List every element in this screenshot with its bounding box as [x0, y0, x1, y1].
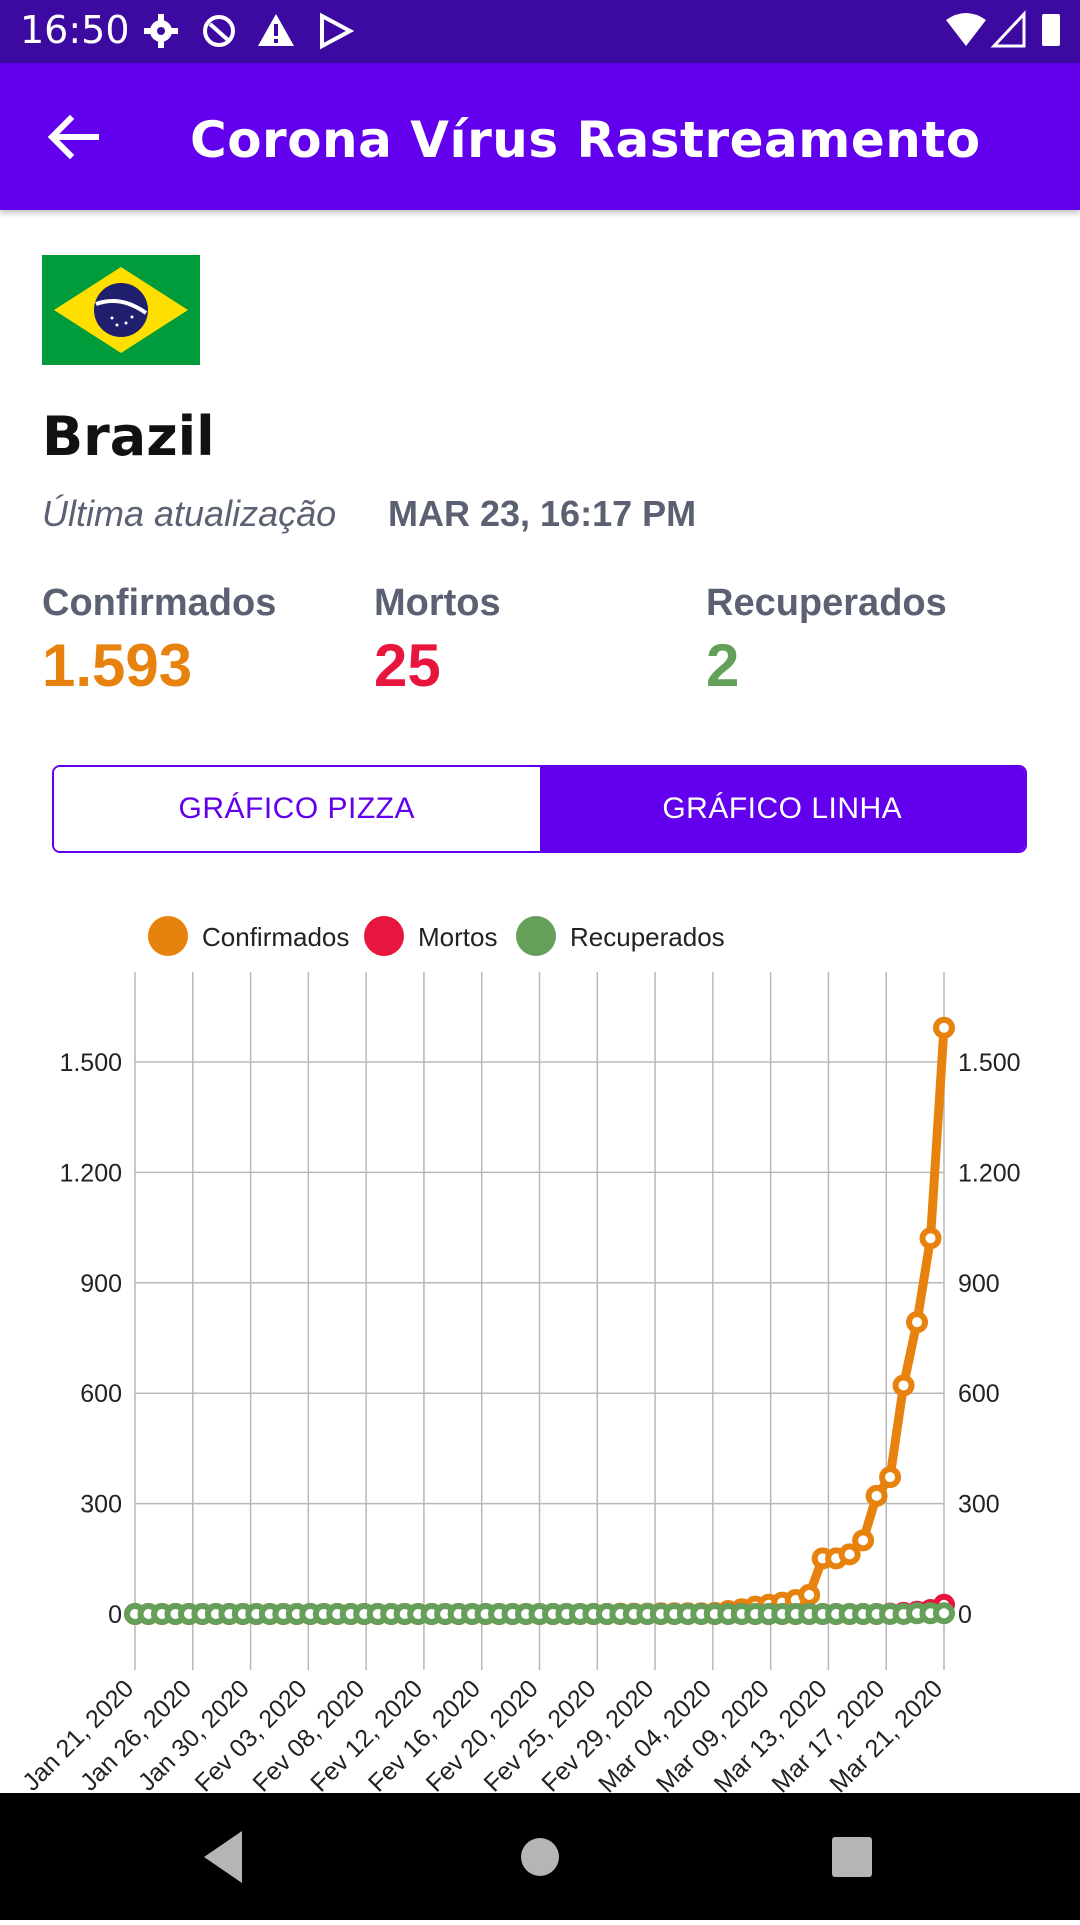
data-point [838, 1543, 861, 1566]
data-point [865, 1484, 888, 1507]
y-tick-label-left: 300 [80, 1491, 122, 1519]
legend-marker [364, 916, 404, 956]
tab-pie-chart[interactable]: GRÁFICO PIZZA [54, 767, 540, 851]
signal-icon [990, 10, 1026, 48]
country-name: Brazil [42, 405, 215, 468]
sync-icon [203, 15, 235, 47]
stat-value: 1.593 [42, 632, 193, 699]
stat-label: Mortos [374, 582, 501, 624]
legend-marker [148, 916, 188, 956]
nav-buttons [204, 1831, 872, 1883]
navigation-bar [0, 1793, 1080, 1920]
status-icons [144, 12, 355, 50]
status-right-icons [946, 10, 1060, 48]
stat-confirmed: Confirmados 1.593 [42, 582, 276, 700]
back-arrow-icon[interactable] [40, 105, 104, 169]
data-point [798, 1583, 821, 1606]
legend-label: Confirmados [202, 922, 349, 952]
stat-value: 25 [374, 632, 441, 699]
y-tick-label-left: 1.500 [59, 1049, 122, 1077]
data-point [933, 1016, 955, 1039]
y-tick-label-right: 1.200 [958, 1159, 1021, 1187]
status-bar: 16:50 [0, 0, 1080, 63]
page-title: Corona Vírus Rastreamento [190, 111, 981, 169]
data-point [892, 1374, 915, 1397]
y-tick-label-left: 900 [80, 1270, 122, 1298]
data-point [906, 1311, 929, 1334]
nav-recents-icon[interactable] [832, 1837, 872, 1877]
battery-icon [1042, 14, 1060, 46]
data-point [933, 1602, 955, 1625]
warning-icon [258, 14, 294, 46]
y-tick-label-left: 0 [108, 1601, 122, 1629]
last-update-value: MAR 23, 16:17 PM [388, 493, 697, 534]
stat-value: 2 [706, 632, 740, 699]
stat-recovered: Recuperados 2 [706, 582, 947, 700]
data-point [852, 1529, 875, 1552]
wifi-icon [946, 13, 986, 46]
data-point [879, 1466, 902, 1489]
line-chart: Confirmados Mortos Recuperados 0 0 300 300 600 6… [17, 916, 1021, 1793]
chart-type-toggle: GRÁFICO PIZZA GRÁFICO LINHA [52, 765, 1027, 853]
nav-home-icon[interactable] [521, 1838, 559, 1876]
data-point [919, 1227, 942, 1250]
y-tick-label-right: 300 [958, 1491, 1000, 1519]
nav-back-icon[interactable] [204, 1831, 242, 1883]
app-bar: Corona Vírus Rastreamento [0, 63, 1080, 210]
y-tick-label-right: 0 [958, 1601, 972, 1629]
y-tick-label-right: 900 [958, 1270, 1000, 1298]
brazil-flag-icon [42, 255, 200, 365]
play-store-icon [320, 12, 355, 50]
status-time: 16:50 [20, 8, 130, 52]
tab-line-chart[interactable]: GRÁFICO LINHA [539, 767, 1025, 851]
legend-marker [516, 916, 556, 956]
y-tick-label-left: 600 [80, 1380, 122, 1408]
settings-icon [144, 14, 178, 48]
last-update-label: Última atualização [42, 493, 337, 534]
stat-label: Recuperados [706, 582, 947, 624]
y-tick-label-right: 600 [958, 1380, 1000, 1408]
y-tick-label-left: 1.200 [59, 1159, 122, 1187]
y-tick-label-right: 1.500 [958, 1049, 1021, 1077]
legend-label: Recuperados [570, 922, 725, 952]
legend-label: Mortos [418, 922, 497, 952]
stat-deaths: Mortos 25 [374, 582, 501, 700]
stat-label: Confirmados [42, 582, 277, 624]
